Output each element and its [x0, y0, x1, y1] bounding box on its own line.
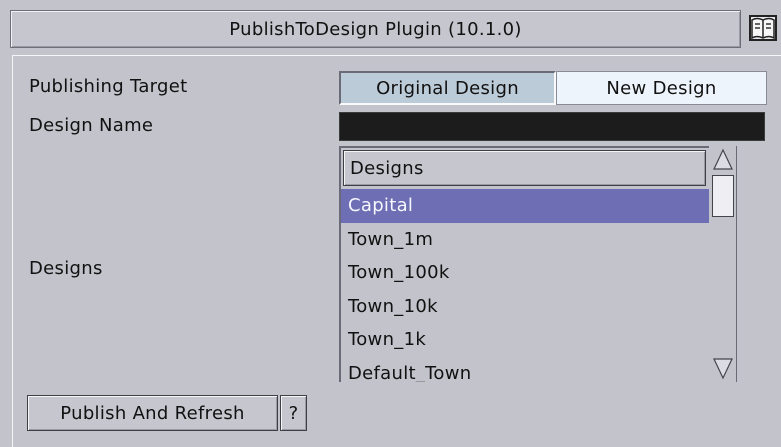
new-design-option[interactable]: New Design [556, 71, 767, 105]
list-item[interactable]: Town_10k [341, 290, 710, 324]
scroll-up-arrow-icon[interactable] [711, 147, 735, 173]
designs-rows: Capital Town_1m Town_100k Town_10k Town_… [341, 189, 710, 382]
help-book-icon[interactable] [748, 13, 778, 45]
list-item[interactable]: Default_Town [341, 357, 710, 383]
original-design-option[interactable]: Original Design [339, 71, 556, 105]
list-item[interactable]: Town_1k [341, 323, 710, 357]
scroll-thumb[interactable] [712, 175, 734, 217]
design-name-label: Design Name [29, 115, 154, 136]
window-title: PublishToDesign Plugin (10.1.0) [229, 18, 522, 40]
scroll-down-arrow-icon[interactable] [711, 355, 735, 381]
window-title-bar: PublishToDesign Plugin (10.1.0) [10, 10, 741, 48]
list-item[interactable]: Capital [341, 189, 710, 223]
designs-label: Designs [29, 258, 103, 279]
help-button[interactable]: ? [280, 395, 307, 431]
designs-list-header[interactable]: Designs [343, 150, 706, 186]
list-item[interactable]: Town_100k [341, 256, 710, 290]
designs-column-title: Designs [350, 157, 424, 179]
list-item[interactable]: Town_1m [341, 223, 710, 257]
designs-list[interactable]: Designs Capital Town_1m Town_100k Town_1… [339, 146, 710, 382]
publishing-target-label: Publishing Target [29, 76, 188, 97]
design-name-input[interactable] [339, 112, 765, 141]
publish-and-refresh-button[interactable]: Publish And Refresh [27, 395, 278, 431]
designs-scrollbar[interactable] [709, 146, 737, 382]
